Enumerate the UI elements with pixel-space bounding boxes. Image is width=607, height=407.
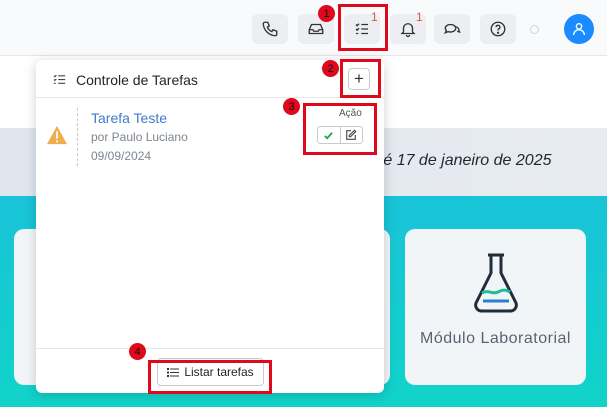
- task-title[interactable]: Tarefa Teste: [91, 110, 167, 126]
- module-card-laboratorial[interactable]: Módulo Laboratorial: [405, 229, 586, 385]
- annotation-box-1: [338, 4, 388, 51]
- flask-icon: [474, 253, 518, 313]
- annotation-box-4: [148, 360, 272, 394]
- annotation-number-2: 2: [322, 60, 339, 77]
- user-icon: [573, 23, 585, 36]
- help-button[interactable]: [480, 14, 516, 44]
- annotation-number-1: 1: [318, 5, 335, 22]
- help-icon: [490, 21, 506, 37]
- popup-title: Controle de Tarefas: [76, 72, 198, 88]
- chat-icon: [443, 23, 461, 34]
- module-label: Módulo Laboratorial: [420, 330, 571, 347]
- annotation-box-2: [340, 59, 381, 98]
- task-list-icon: [53, 74, 66, 84]
- user-avatar[interactable]: [564, 14, 594, 44]
- warning-icon: [47, 125, 67, 145]
- status-indicator: [530, 25, 539, 34]
- task-date: 09/09/2024: [91, 149, 152, 163]
- bell-icon: [400, 23, 416, 38]
- notifications-badge: 1: [416, 10, 423, 24]
- inbox-icon: [308, 23, 324, 35]
- chat-button[interactable]: [434, 14, 470, 44]
- task-divider: [77, 108, 78, 166]
- annotation-number-3: 3: [283, 98, 300, 115]
- annotation-number-4: 4: [129, 343, 146, 360]
- task-author: por Paulo Luciano: [91, 130, 188, 144]
- annotation-box-3: [303, 103, 377, 155]
- top-header: 1 1: [0, 0, 607, 56]
- banner-text: até 17 de janeiro de 2025: [370, 152, 552, 169]
- phone-button[interactable]: [252, 14, 288, 44]
- phone-icon: [262, 21, 278, 37]
